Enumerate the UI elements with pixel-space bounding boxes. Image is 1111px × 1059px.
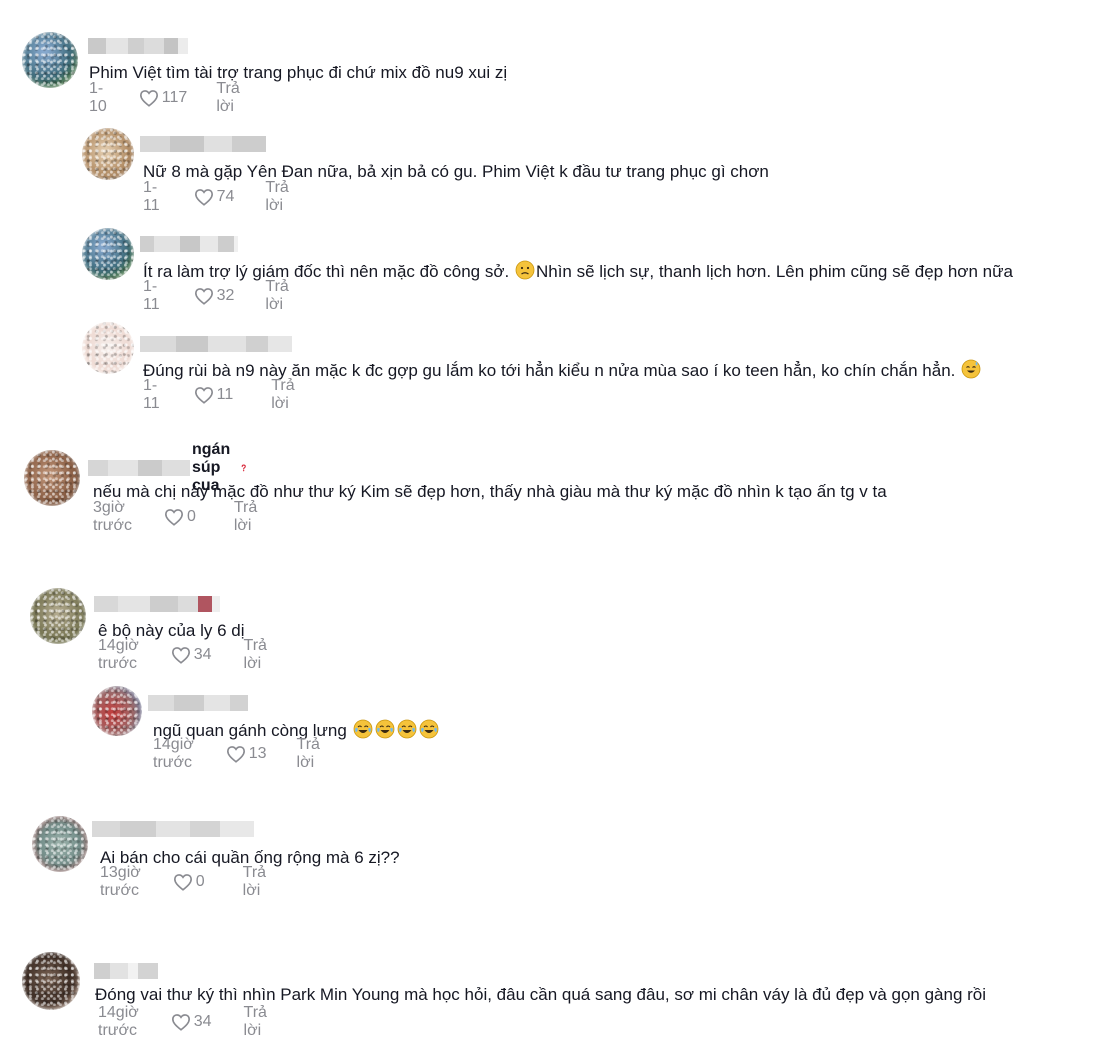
comment-text-part: Đúng rùi bà n9 này ăn mặc k đc gợp gu lắ…: [143, 361, 956, 380]
reply-button[interactable]: Trả lời: [265, 179, 288, 215]
comment-date: 13giờ trước: [100, 864, 141, 899]
heart-icon: [164, 509, 183, 526]
comment-text-part: Nhìn sẽ lịch sự, thanh lịch hơn. Lên phi…: [535, 262, 1013, 281]
comment-text-part: Ít ra làm trợ lý giám đốc thì nên mặc đồ…: [143, 262, 510, 281]
like-button[interactable]: 32: [194, 287, 235, 305]
like-count: 32: [216, 287, 235, 304]
avatar[interactable]: [82, 322, 134, 374]
avatar[interactable]: [24, 450, 80, 506]
comment-date: 14giờ trước: [98, 1004, 139, 1039]
avatar[interactable]: [92, 686, 142, 736]
comment-date: 14giờ trước: [153, 736, 194, 771]
like-button[interactable]: 34: [171, 646, 212, 664]
comment-date: 1-10: [89, 80, 107, 115]
reply-button[interactable]: Trả lời: [244, 637, 267, 673]
comment-text: Phim Việt tìm tài trợ trang phục đi chứ …: [89, 63, 508, 82]
question-mark-icon: [241, 464, 246, 472]
avatar[interactable]: [82, 228, 134, 280]
heart-icon: [139, 90, 158, 107]
reply-button[interactable]: Trả lời: [297, 736, 320, 772]
tears-of-joy-face-icon: [419, 719, 438, 739]
avatar[interactable]: [32, 816, 88, 872]
reply-button[interactable]: Trả lời: [243, 864, 266, 900]
comment-text: nếu mà chị này mặc đồ như thư ký Kim sẽ …: [93, 482, 887, 501]
like-count: 0: [195, 873, 205, 890]
avatar[interactable]: [22, 32, 78, 88]
comment-date: 1-11: [143, 179, 160, 214]
like-count: 0: [186, 508, 196, 525]
like-button[interactable]: 117: [139, 89, 188, 107]
username-row[interactable]: ngán súp cua: [88, 441, 248, 494]
heart-icon: [194, 288, 213, 305]
comment-date: 3giờ trước: [93, 499, 132, 534]
slightly-frowning-face-icon: [515, 260, 535, 280]
username-blurred[interactable]: [94, 960, 158, 982]
username-blurred[interactable]: [94, 593, 220, 615]
like-count: 34: [193, 646, 212, 663]
heart-icon: [171, 647, 190, 664]
avatar[interactable]: [22, 952, 80, 1010]
comment-text: Đóng vai thư ký thì nhìn Park Min Young …: [95, 985, 987, 1004]
like-button[interactable]: 0: [173, 873, 205, 891]
avatar[interactable]: [30, 588, 86, 644]
heart-icon: [226, 746, 245, 763]
tears-of-joy-face-icon: [397, 719, 416, 739]
username-blurred[interactable]: [140, 133, 266, 155]
like-count: 11: [216, 386, 234, 403]
like-button[interactable]: 34: [171, 1013, 212, 1031]
like-count: 13: [248, 745, 267, 762]
username-blurred[interactable]: [140, 333, 292, 355]
like-button[interactable]: 74: [194, 188, 235, 206]
comment-date: 1-11: [143, 278, 160, 313]
username-blurred[interactable]: [148, 692, 248, 714]
comment-date: 14giờ trước: [98, 637, 139, 672]
comment-text: Nữ 8 mà gặp Yên Đan nữa, bả xịn bả có gu…: [143, 162, 769, 181]
like-button[interactable]: 13: [226, 745, 267, 763]
like-count: 74: [216, 188, 235, 205]
like-count: 117: [161, 89, 188, 106]
tears-of-joy-face-icon: [375, 719, 394, 739]
reply-button[interactable]: Trả lời: [265, 278, 288, 314]
reply-button[interactable]: Trả lời: [244, 1004, 267, 1040]
reply-button[interactable]: Trả lời: [234, 499, 257, 535]
username-blurred[interactable]: [140, 233, 238, 255]
username-blurred[interactable]: [92, 818, 254, 840]
heart-icon: [171, 1014, 190, 1031]
username-blurred[interactable]: [88, 35, 188, 57]
heart-icon: [194, 387, 213, 404]
tears-of-joy-face-icon: [353, 719, 372, 739]
avatar[interactable]: [82, 128, 134, 180]
like-button[interactable]: 0: [164, 508, 196, 526]
like-count: 34: [193, 1013, 212, 1030]
like-button[interactable]: 11: [194, 386, 234, 404]
reply-button[interactable]: Trả lời: [271, 377, 294, 413]
comment-date: 1-11: [143, 377, 160, 412]
heart-icon: [194, 189, 213, 206]
heart-icon: [173, 874, 192, 891]
reply-button[interactable]: Trả lời: [216, 80, 239, 116]
sweat-smile-face-icon: [961, 359, 981, 379]
comment-text: Đúng rùi bà n9 này ăn mặc k đc gợp gu lắ…: [143, 359, 982, 382]
